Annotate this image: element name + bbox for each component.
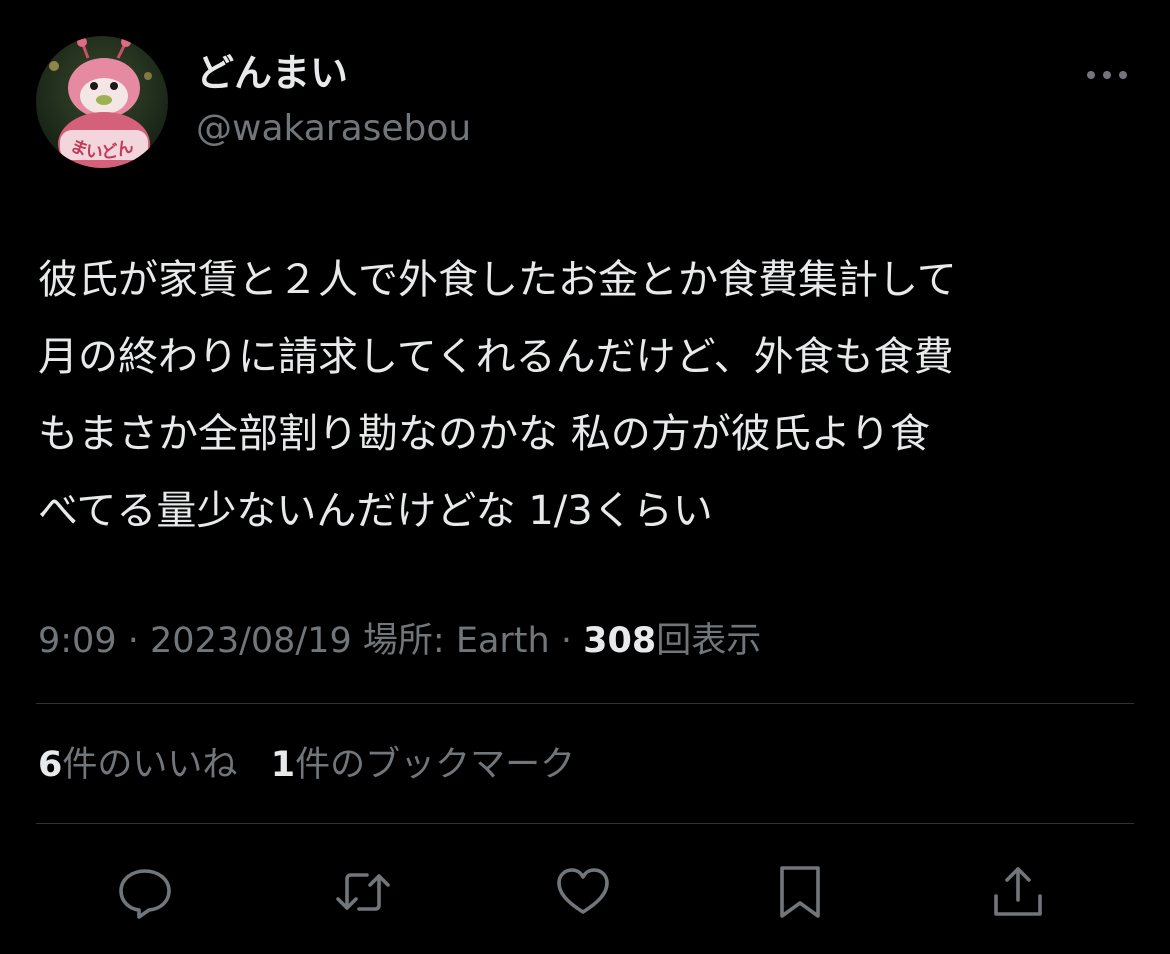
avatar[interactable]: まいどん: [36, 36, 168, 168]
views-label: 回表示: [656, 621, 762, 661]
likes-count: 6: [38, 745, 63, 785]
reply-icon: [119, 869, 171, 919]
likes-label: 件のいいね: [62, 745, 238, 785]
tweet-text-line: べてる量少ないんだけどな 1/3くらい: [38, 488, 713, 534]
bookmarks-label: 件のブックマーク: [295, 745, 576, 785]
divider: [36, 703, 1134, 704]
likes-stat[interactable]: 6件のいいね: [38, 745, 237, 785]
tweet-text-line: 月の終わりに請求してくれるんだけど、外食も食費: [38, 334, 954, 380]
tweet-text-line: 彼氏が家賃と２人で外食したお金とか食費集計して: [38, 257, 957, 303]
retweet-button[interactable]: [333, 862, 393, 922]
location-value: Earth: [455, 621, 550, 661]
reply-button[interactable]: [115, 862, 175, 922]
tweet-text-line: もまさか全部割り勘なのかな 私の方が彼氏より食: [38, 411, 930, 457]
more-options-icon[interactable]: [1082, 60, 1132, 90]
author-display-name[interactable]: どんまい: [196, 50, 348, 96]
views-count: 308: [583, 621, 657, 661]
heart-icon: [557, 868, 609, 914]
tweet-meta: 9:09 · 2023/08/19 場所: Earth · 308回表示: [38, 616, 761, 666]
retweet-icon: [336, 873, 390, 911]
divider: [36, 823, 1134, 824]
meta-separator: ·: [560, 621, 572, 661]
location-label: 場所:: [362, 621, 445, 661]
like-button[interactable]: [553, 862, 613, 922]
bookmark-icon: [780, 866, 820, 918]
pink-mascot-avatar-icon: まいどん: [36, 36, 168, 168]
tweet-date[interactable]: 2023/08/19: [150, 621, 352, 661]
share-button[interactable]: [988, 862, 1048, 922]
tweet-text: 彼氏が家賃と２人で外食したお金とか食費集計して 月の終わりに請求してくれるんだけ…: [38, 242, 1143, 550]
author-handle[interactable]: @wakarasebou: [196, 106, 471, 152]
tweet-stats: 6件のいいね 1件のブックマーク: [38, 740, 575, 790]
bookmarks-count: 1: [270, 745, 296, 785]
meta-separator: ·: [127, 621, 139, 661]
share-icon: [994, 867, 1042, 916]
bookmarks-stat[interactable]: 1件のブックマーク: [271, 745, 575, 785]
tweet-time[interactable]: 9:09: [38, 621, 117, 661]
bookmark-button[interactable]: [770, 862, 830, 922]
